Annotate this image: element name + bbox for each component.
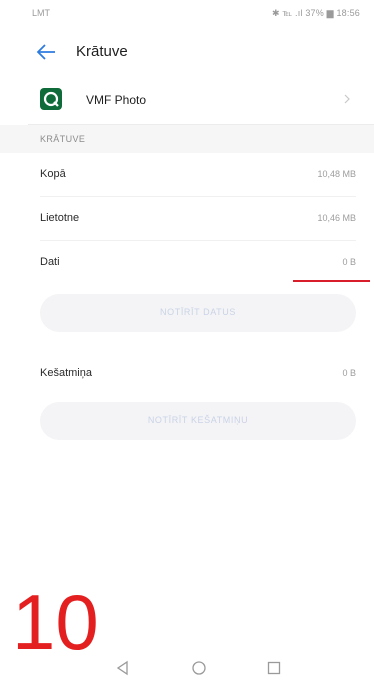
- app-bar: Krātuve: [0, 28, 374, 76]
- storage-row-total: Kopā 10,48 MB: [0, 153, 374, 197]
- clear-cache-button[interactable]: NOTĪRĪT KEŠATMIŅU: [40, 402, 356, 440]
- row-label: Dati: [40, 256, 60, 268]
- app-info-row[interactable]: VMF Photo: [0, 82, 374, 118]
- section-header: KRĀTUVE: [0, 125, 374, 153]
- storage-screen: LMT ✱ ℡ .ıl 37% ▆ 18:56 Krātuve VMF Phot…: [0, 0, 374, 693]
- circle-home-icon[interactable]: [191, 660, 207, 676]
- arrow-left-icon[interactable]: [36, 43, 56, 61]
- status-bar: LMT ✱ ℡ .ıl 37% ▆ 18:56: [0, 0, 374, 28]
- app-name: VMF Photo: [86, 93, 147, 107]
- row-value: 10,48 MB: [317, 169, 356, 179]
- square-recents-icon[interactable]: [266, 660, 282, 676]
- carrier-label: LMT: [32, 8, 50, 18]
- storage-row-cache: Kešatmiņa 0 B: [0, 352, 374, 396]
- row-label: Lietotne: [40, 212, 80, 224]
- clear-data-label: NOTĪRĪT DATUS: [160, 307, 236, 317]
- triangle-back-icon[interactable]: [115, 660, 131, 676]
- page-title: Krātuve: [76, 43, 128, 60]
- row-label: Kešatmiņa: [40, 367, 92, 379]
- status-indicators: ✱ ℡ .ıl 37% ▆ 18:56: [272, 8, 360, 18]
- vmf-photo-app-icon: [40, 88, 62, 110]
- storage-row-app: Lietotne 10,46 MB: [0, 197, 374, 241]
- navigation-bar: [0, 640, 374, 693]
- clear-data-button[interactable]: NOTĪRĪT DATUS: [40, 294, 356, 332]
- row-value: 0 B: [342, 368, 356, 378]
- section-header-label: KRĀTUVE: [40, 134, 86, 144]
- row-value: 10,46 MB: [317, 213, 356, 223]
- clear-cache-label: NOTĪRĪT KEŠATMIŅU: [147, 415, 249, 425]
- row-label: Kopā: [40, 168, 66, 180]
- storage-row-data: Dati 0 B: [0, 241, 374, 285]
- chevron-right-icon: [344, 94, 350, 104]
- highlight-underline: [293, 280, 370, 282]
- row-value: 0 B: [342, 257, 356, 267]
